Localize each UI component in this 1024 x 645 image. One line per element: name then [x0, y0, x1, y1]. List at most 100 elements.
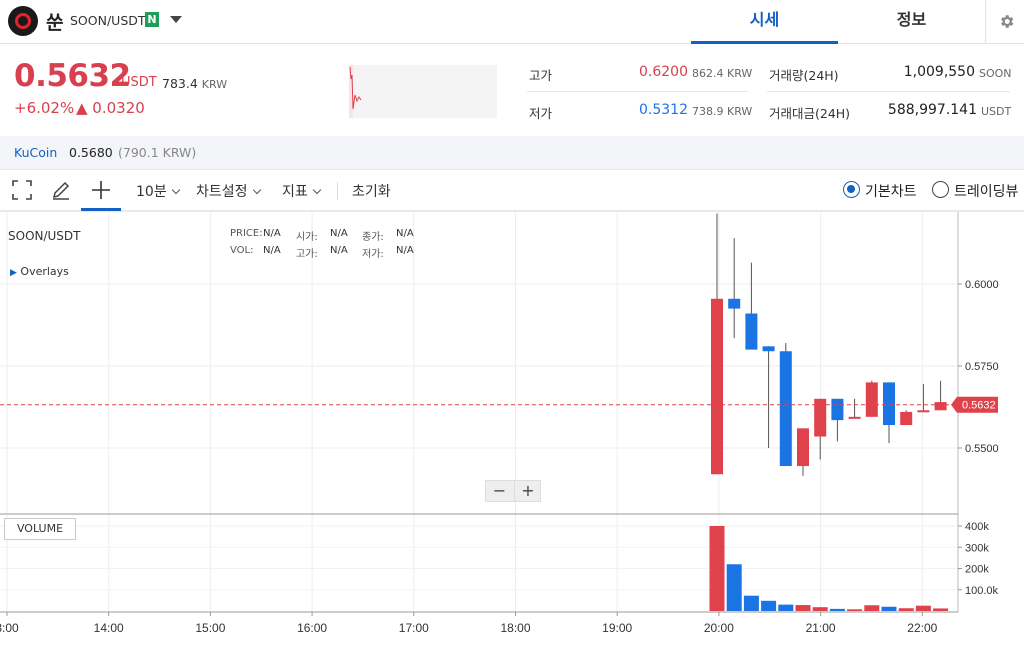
open-key: 시가: [296, 232, 318, 243]
candles [711, 213, 947, 476]
volume-24h-label: 거래량(24H) [769, 68, 839, 83]
play-triangle-icon: ▶ [10, 268, 17, 278]
overlays-toggle[interactable]: ▶ Overlays [10, 265, 69, 278]
volume-24h-unit: SOON [979, 67, 1012, 80]
volume-axis: 400k 300k 200k 100.0k [958, 521, 999, 597]
overlays-label: Overlays [20, 265, 69, 278]
candle-body [779, 351, 792, 467]
volume-bar [743, 595, 759, 611]
volume-bar [726, 564, 742, 611]
price-tick-label: 0.5750 [965, 361, 999, 373]
vol-val: N/A [263, 245, 281, 256]
tab-market[interactable]: 시세 [691, 0, 838, 44]
time-tick-label: 21:00 [806, 621, 836, 635]
high-krw: 862.4 KRW [692, 67, 753, 80]
toolbar-divider [337, 182, 338, 200]
reset-button[interactable]: 초기화 [352, 181, 391, 201]
candle-body [865, 382, 878, 417]
fullscreen-icon[interactable] [11, 179, 33, 201]
candlestick-chart[interactable]: 0.6000 0.5750 0.5500 400k 300k 200k 100.0k 3:… [0, 212, 1024, 645]
candle-body [900, 411, 913, 426]
chart-symbol: SOON/USDT [8, 229, 81, 243]
change-percent: +6.02% [14, 99, 75, 117]
chevron-down-icon [171, 185, 180, 195]
candle-body [848, 416, 861, 419]
time-tick-label: 17:00 [399, 621, 429, 635]
top-bar: 쑨 SOON/USDT N 시세 정보 [0, 0, 1024, 44]
candle-body [797, 428, 809, 467]
volume-bar [881, 606, 897, 611]
volume-bar [847, 609, 863, 611]
high-key: 고가: [296, 249, 318, 260]
time-tick-label: 14:00 [94, 621, 124, 635]
volume-bar [915, 605, 931, 611]
price-summary: 0.5632 USDT 783.4 KRW +6.02% ▲ 0.0320 고가… [0, 44, 1024, 136]
price-tick-label: 0.6000 [965, 279, 999, 291]
exchange-price: 0.5680 [69, 145, 113, 160]
volume-panel-label: VOLUME [4, 518, 76, 540]
tradingview-radio[interactable] [932, 181, 949, 198]
low-krw: 738.9 KRW [692, 105, 753, 118]
price-tick-label: 0.5500 [965, 443, 999, 455]
last-price-tag-label: 0.5632 [962, 400, 996, 412]
price-krw-unit: KRW [201, 78, 228, 91]
volume-bar [795, 605, 811, 611]
last-price-line: 0.5632 [0, 396, 998, 413]
price-val: N/A [263, 228, 281, 239]
current-price: 0.5632 [14, 58, 131, 94]
basic-chart-radio[interactable] [843, 181, 860, 198]
time-tick-label: 16:00 [297, 621, 327, 635]
zoom-out-button[interactable]: − [486, 481, 513, 501]
coin-name: 쑨 [46, 12, 64, 34]
tab-info[interactable]: 정보 [838, 0, 985, 44]
zoom-controls: − + [485, 480, 541, 502]
crosshair-icon[interactable] [90, 179, 112, 201]
low-label: 저가 [529, 106, 553, 121]
chart-toolbar: 10분 차트설정 지표 초기화 기본차트 트레이딩뷰 [0, 170, 1024, 212]
stat-divider [767, 91, 1010, 92]
interval-select[interactable]: 10분 [136, 181, 180, 201]
indicators-select[interactable]: 지표 [282, 181, 322, 201]
volume-tick-label: 100.0k [965, 585, 999, 597]
coin-pair[interactable]: SOON/USDT [70, 13, 146, 28]
high-val: N/A [330, 245, 348, 256]
close-val: N/A [396, 228, 414, 239]
low-key: 저가: [362, 249, 384, 260]
chevron-down-icon [252, 185, 261, 195]
settings-button[interactable] [985, 0, 1024, 44]
price-key: PRICE: [230, 228, 263, 239]
time-tick-label: 20:00 [704, 621, 734, 635]
time-tick-label: 19:00 [602, 621, 632, 635]
time-axis: 3:00 14:00 15:00 16:00 17:00 18:00 19:00 20:00 2… [0, 612, 938, 635]
new-badge: N [145, 12, 159, 27]
exchange-price-krw: (790.1 KRW) [118, 145, 197, 160]
chart-settings-select[interactable]: 차트설정 [196, 181, 261, 201]
candle-body [917, 410, 930, 413]
price-chart[interactable]: 0.6000 0.5750 0.5500 400k 300k 200k 100.0k 3:… [0, 212, 1024, 645]
zoom-in-button[interactable]: + [514, 481, 541, 501]
time-tick-label: 3:00 [0, 621, 19, 635]
open-val: N/A [330, 228, 348, 239]
pencil-draw-icon[interactable] [50, 179, 72, 201]
crosshair-active-indicator [81, 208, 121, 211]
mini-sparkline [349, 65, 497, 118]
volume-tick-label: 300k [965, 542, 989, 554]
gear-icon [1001, 15, 1014, 28]
candle-body [831, 398, 844, 421]
amount-24h-unit: USDT [981, 105, 1012, 118]
volume-bar [864, 605, 880, 611]
volume-bar [812, 607, 828, 611]
low-value: 0.5312 [639, 102, 688, 118]
coin-select-caret-icon[interactable] [170, 16, 182, 23]
volume-bar [709, 526, 725, 611]
basic-chart-label[interactable]: 기본차트 [865, 181, 917, 201]
exchange-name[interactable]: KuCoin [14, 145, 57, 160]
price-unit: USDT [121, 75, 157, 90]
stat-divider [527, 91, 748, 92]
price-krw: 783.4 KRW [162, 76, 227, 91]
tradingview-label[interactable]: 트레이딩뷰 [954, 181, 1018, 201]
low-val: N/A [396, 245, 414, 256]
volume-bar [761, 600, 777, 611]
candle-body [745, 313, 758, 350]
amount-24h-value: 588,997.141 [887, 102, 977, 118]
